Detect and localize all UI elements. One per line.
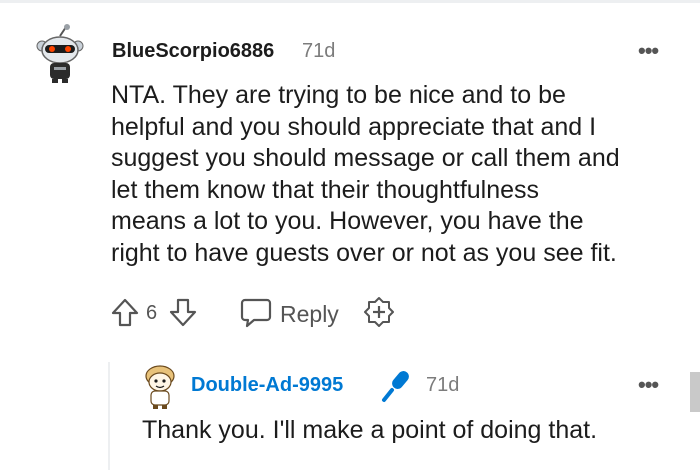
comment-age: 71d	[302, 40, 336, 62]
reply-user-avatar[interactable]	[140, 362, 180, 410]
comment-body-line: helpful and you should appreciate that a…	[111, 112, 597, 141]
comment-body-line: NTA. They are trying to be nice and to b…	[111, 81, 566, 109]
reply-button[interactable]: Reply	[240, 292, 339, 337]
comment-body-line: means a lot to you. However, you have th…	[111, 207, 584, 235]
more-options-icon[interactable]: •••	[638, 38, 659, 64]
vote-count: 6	[146, 302, 158, 324]
user-avatar[interactable]	[32, 24, 88, 84]
reply-more-options-icon[interactable]: •••	[638, 372, 659, 398]
top-divider	[0, 0, 700, 3]
comment-body: NTA. They are trying to be nice and to b…	[111, 80, 691, 269]
reply-body: Thank you. I'll make a point of doing th…	[142, 416, 598, 444]
reply-label: Reply	[280, 301, 339, 327]
comment-actions: 6 Reply	[0, 292, 700, 332]
upvote-icon[interactable]	[110, 292, 140, 332]
comment-body-line: right to have guests over or not as you …	[111, 238, 617, 267]
downvote-icon[interactable]	[168, 292, 198, 332]
comment-body-line: let them know that their thoughtfulness	[111, 175, 540, 204]
thread-line[interactable]	[108, 362, 110, 470]
award-icon[interactable]	[361, 294, 397, 330]
reply-age: 71d	[426, 374, 460, 396]
comment-body-line: suggest you should message or call them …	[111, 144, 620, 172]
reply-bubble-icon	[240, 292, 272, 337]
microphone-icon	[376, 366, 416, 411]
scrollbar-thumb[interactable]	[690, 372, 700, 412]
comment-username[interactable]: BlueScorpio6886	[112, 40, 274, 63]
reply-username[interactable]: Double-Ad-9995	[191, 374, 343, 397]
